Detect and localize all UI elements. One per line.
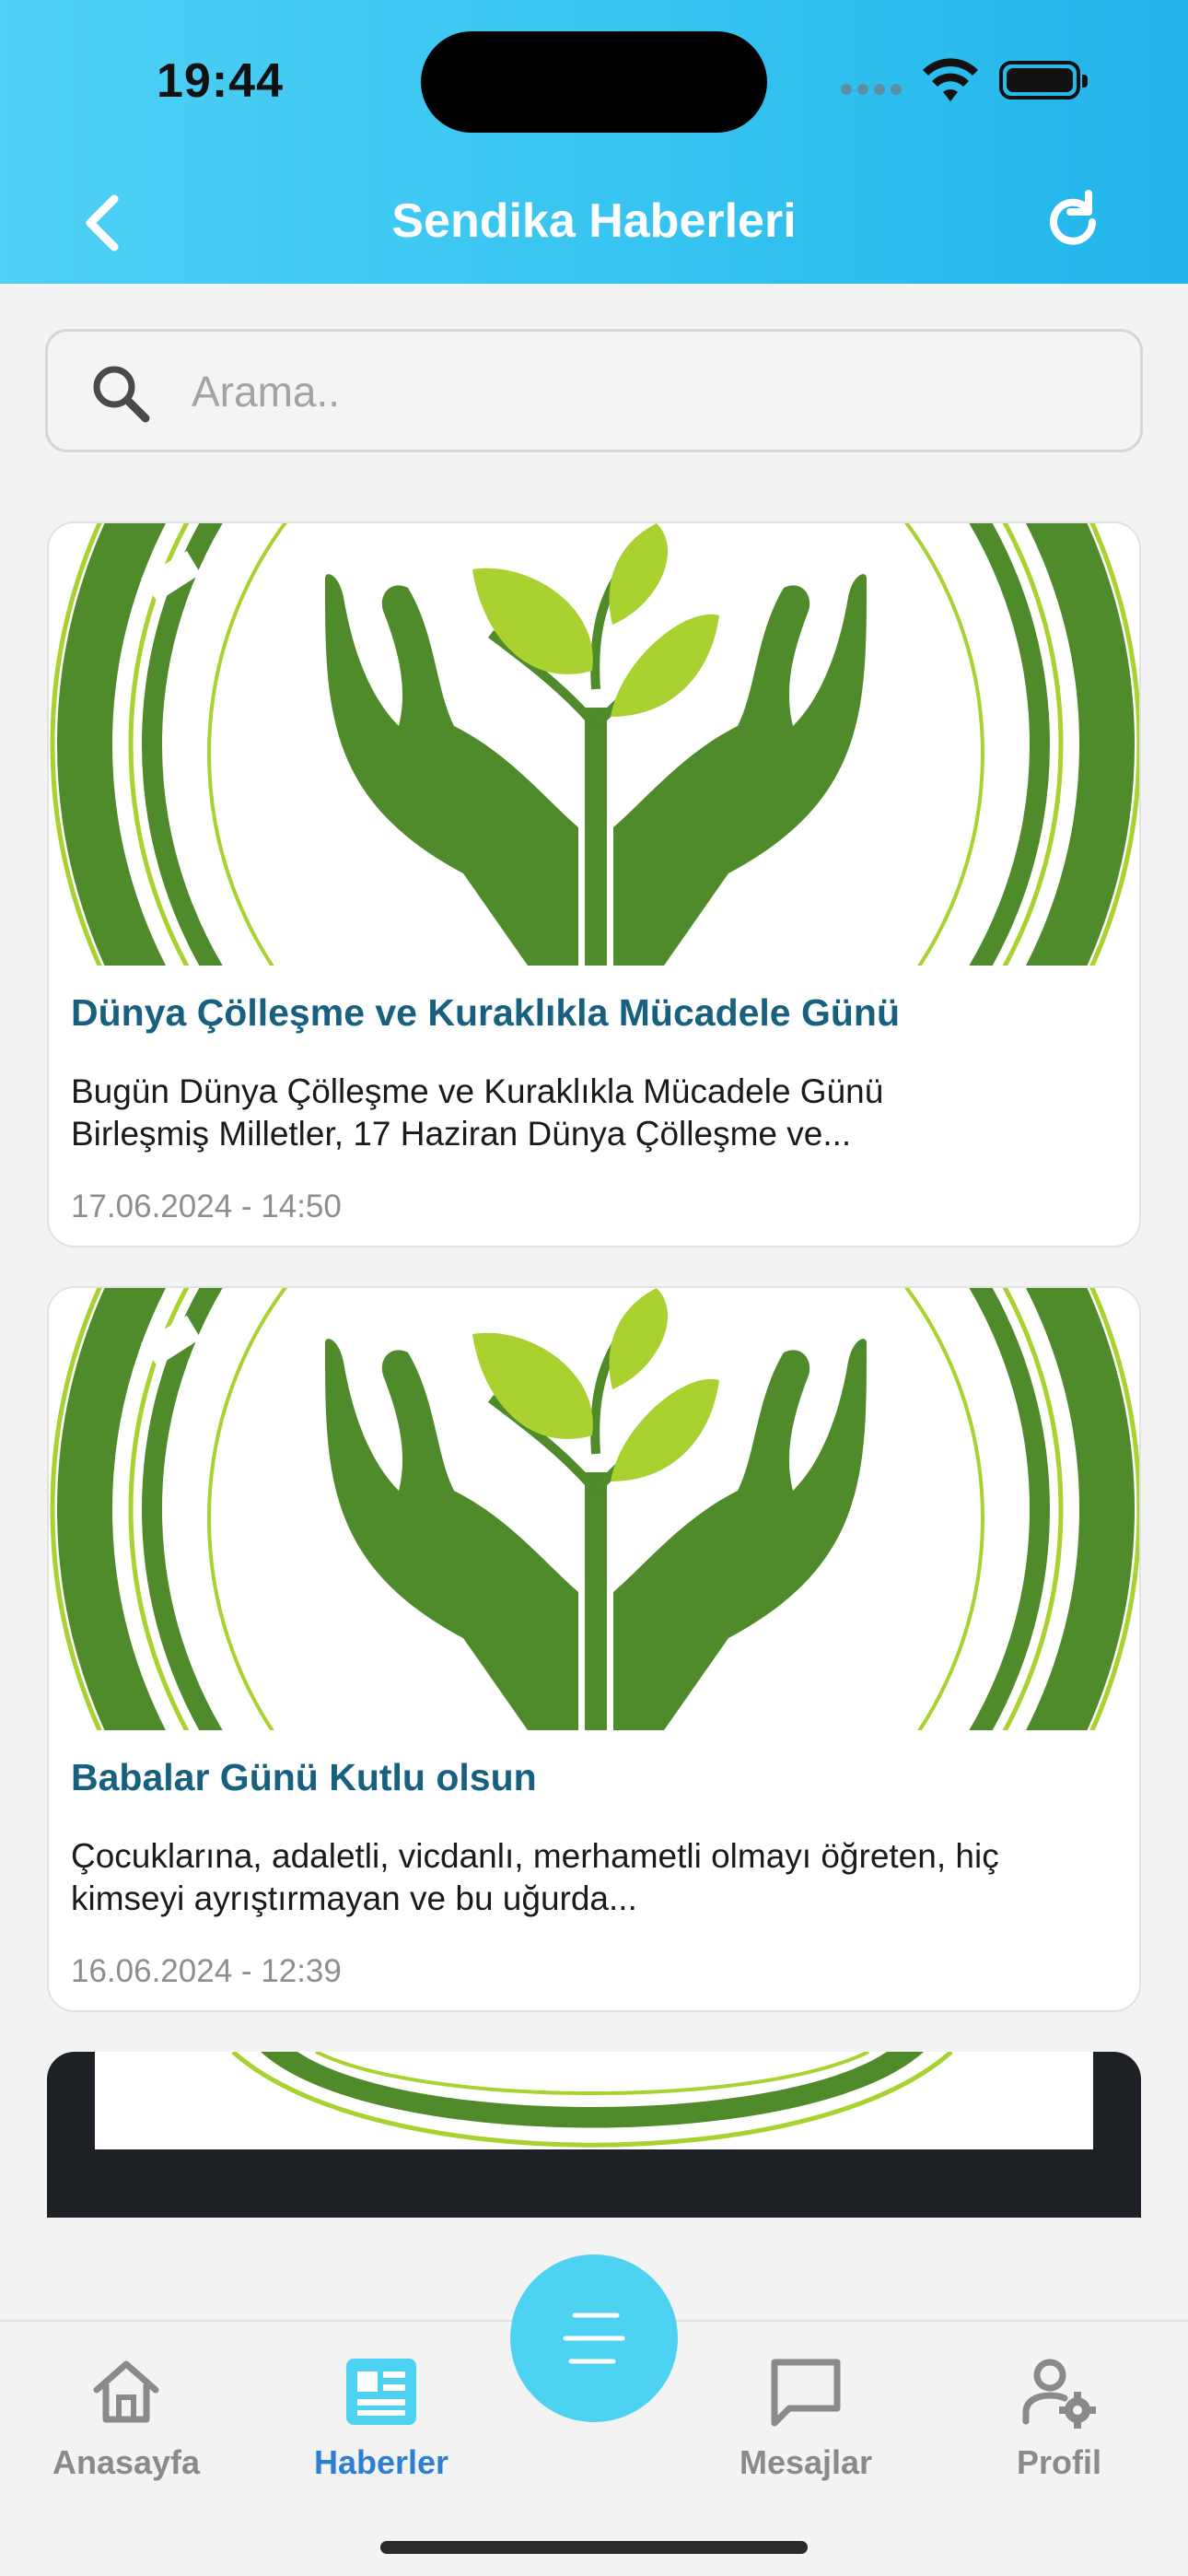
search-input[interactable] [192,350,1112,433]
tab-profil[interactable]: Profil [967,2322,1151,2506]
status-time: 19:44 [157,54,284,108]
news-date: 16.06.2024 - 12:39 [71,1953,342,1989]
news-date: 17.06.2024 - 14:50 [71,1188,342,1224]
tab-label: Profil [1016,2443,1101,2481]
chat-icon [771,2359,841,2427]
center-menu-button[interactable] [510,2254,678,2422]
cellular-signal-icon [841,83,907,100]
union-logo-image [49,1288,1139,1730]
tab-mesajlar[interactable]: Mesajlar [714,2322,898,2506]
news-image [49,1288,1139,1730]
app-screen: 19:44 Sendika Haberleri Arama.. Dünya Çö… [0,0,1188,2576]
news-card[interactable]: Babalar Günü Kutlu olsun Çocuklarına, ad… [47,1286,1141,2012]
news-card-partial[interactable] [47,2052,1141,2218]
news-description-line: Birleşmiş Milletler, 17 Haziran Dünya Çö… [71,1115,852,1153]
news-description-line: kimseyi ayrıştırmayan ve bu uğurda... [71,1879,637,1917]
tab-haberler[interactable]: Haberler [289,2322,473,2506]
news-icon [346,2359,416,2425]
tab-label: Anasayfa [52,2443,201,2481]
news-description-line: Çocuklarına, adaletli, vicdanlı, merhame… [71,1837,999,1875]
news-description-line: Bugün Dünya Çölleşme ve Kuraklıkla Mücad… [71,1072,884,1110]
news-image [49,523,1139,966]
news-card[interactable]: Dünya Çölleşme ve Kuraklıkla Mücadele Gü… [47,521,1141,1247]
battery-icon [999,61,1088,100]
home-indicator [380,2541,808,2554]
wifi-icon [923,58,978,101]
news-description: Bugün Dünya Çölleşme ve Kuraklıkla Mücad… [71,1071,1121,1155]
news-description: Çocuklarına, adaletli, vicdanlı, merhame… [71,1835,1121,1920]
tab-label: Haberler [313,2443,449,2481]
union-logo-image [95,2052,1093,2149]
header: 19:44 Sendika Haberleri [0,0,1188,284]
user-settings-icon [1022,2359,1096,2429]
home-icon [93,2360,159,2423]
news-image [95,2052,1093,2149]
news-title: Babalar Günü Kutlu olsun [71,1756,537,1798]
news-title: Dünya Çölleşme ve Kuraklıkla Mücadele Gü… [71,991,901,1034]
menu-lines-icon [563,2313,625,2364]
union-logo-image [49,523,1139,966]
page-title: Sendika Haberleri [391,194,797,248]
tab-anasayfa[interactable]: Anasayfa [34,2322,218,2506]
search-icon [93,366,150,423]
search-bar [45,329,1143,452]
dynamic-island [421,31,767,133]
refresh-icon[interactable] [1041,190,1105,254]
tab-label: Mesajlar [739,2443,873,2481]
